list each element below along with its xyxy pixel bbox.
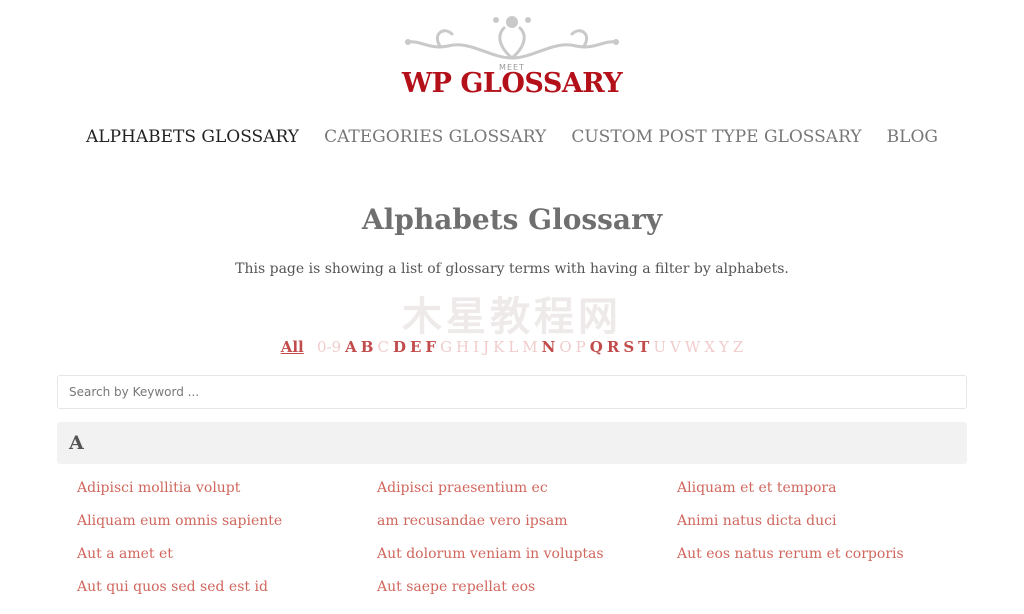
alphabet-letter-t[interactable]: T	[638, 338, 649, 356]
glossary-term-link[interactable]: Animi natus dicta duci	[677, 511, 977, 531]
main-nav: ALPHABETS GLOSSARY CATEGORIES GLOSSARY C…	[86, 127, 938, 147]
alphabet-letter-c[interactable]: C	[377, 338, 388, 356]
glossary-term-link[interactable]: Aut dolorum veniam in voluptas	[377, 544, 677, 564]
glossary-term-link[interactable]: Adipisci mollitia volupt	[77, 478, 377, 498]
glossary-term-link[interactable]: Aut saepe repellat eos	[377, 577, 677, 597]
glossary-term-link[interactable]: Aut eos natus rerum et corporis	[677, 544, 977, 564]
alphabet-letter-o[interactable]: O	[559, 338, 571, 356]
nav-blog[interactable]: BLOG	[887, 127, 938, 147]
alphabet-letter-f[interactable]: F	[425, 338, 436, 356]
alphabet-letter-h[interactable]: H	[456, 338, 469, 356]
alphabet-letter-n[interactable]: N	[542, 338, 556, 356]
glossary-term-link[interactable]: Aliquam et et tempora	[677, 478, 977, 498]
glossary-term-link[interactable]: Aut qui quos sed sed est id	[77, 577, 377, 597]
alphabet-letter-k[interactable]: K	[493, 338, 504, 356]
alphabet-letter-j[interactable]: J	[483, 338, 489, 356]
alphabet-letter-r[interactable]: R	[607, 338, 619, 356]
page-title: Alphabets Glossary	[361, 203, 663, 236]
alphabet-letter-e[interactable]: E	[410, 338, 421, 356]
alphabet-letter-b[interactable]: B	[361, 338, 374, 356]
alphabet-letter-s[interactable]: S	[623, 338, 634, 356]
nav-categories-glossary[interactable]: CATEGORIES GLOSSARY	[324, 127, 546, 147]
search-input[interactable]	[57, 375, 967, 409]
alphabet-letter-d[interactable]: D	[393, 338, 406, 356]
alphabet-letter-a[interactable]: A	[345, 338, 357, 356]
alphabet-letter-z[interactable]: Z	[733, 338, 743, 356]
section-letter-header: A	[57, 422, 967, 464]
nav-alphabets-glossary[interactable]: ALPHABETS GLOSSARY	[86, 127, 299, 147]
site-logo[interactable]: MEET WP GLOSSARY	[400, 10, 624, 100]
alphabet-letter-w[interactable]: W	[685, 338, 700, 356]
alphabet-letter-m[interactable]: M	[522, 338, 537, 356]
glossary-term-link[interactable]: am recusandae vero ipsam	[377, 511, 677, 531]
alphabet-letter-y[interactable]: Y	[719, 338, 729, 356]
alphabet-letter-u[interactable]: U	[653, 338, 666, 356]
alphabet-letter-p[interactable]: P	[576, 338, 586, 356]
alphabet-letter-x[interactable]: X	[704, 338, 715, 356]
ornament-icon	[405, 16, 619, 60]
alphabet-letter-0-9[interactable]: 0-9	[317, 338, 341, 356]
page-description: This page is showing a list of glossary …	[235, 261, 789, 277]
alphabet-filter: All 0-9 A B C D E F G H I J K L M N O P Q R S T U V W X Y Z	[0, 338, 1024, 356]
alphabet-letter-q[interactable]: Q	[590, 338, 603, 356]
alphabet-letter-i[interactable]: I	[473, 338, 479, 356]
glossary-term-link[interactable]: Adipisci praesentium ec	[377, 478, 677, 498]
logo-title: WP GLOSSARY	[401, 68, 623, 99]
alphabet-letter-v[interactable]: V	[670, 338, 681, 356]
terms-list: Adipisci mollitia volupt Adipisci praesen…	[77, 478, 977, 597]
watermark: 木星教程网	[402, 294, 622, 340]
glossary-term-link[interactable]: Aliquam eum omnis sapiente	[77, 511, 377, 531]
alphabet-letter-g[interactable]: G	[440, 338, 452, 356]
nav-custom-post-type-glossary[interactable]: CUSTOM POST TYPE GLOSSARY	[571, 127, 861, 147]
alphabet-all-link[interactable]: All	[281, 338, 304, 356]
glossary-term-link[interactable]: Aut a amet et	[77, 544, 377, 564]
alphabet-letter-l[interactable]: L	[508, 338, 518, 356]
